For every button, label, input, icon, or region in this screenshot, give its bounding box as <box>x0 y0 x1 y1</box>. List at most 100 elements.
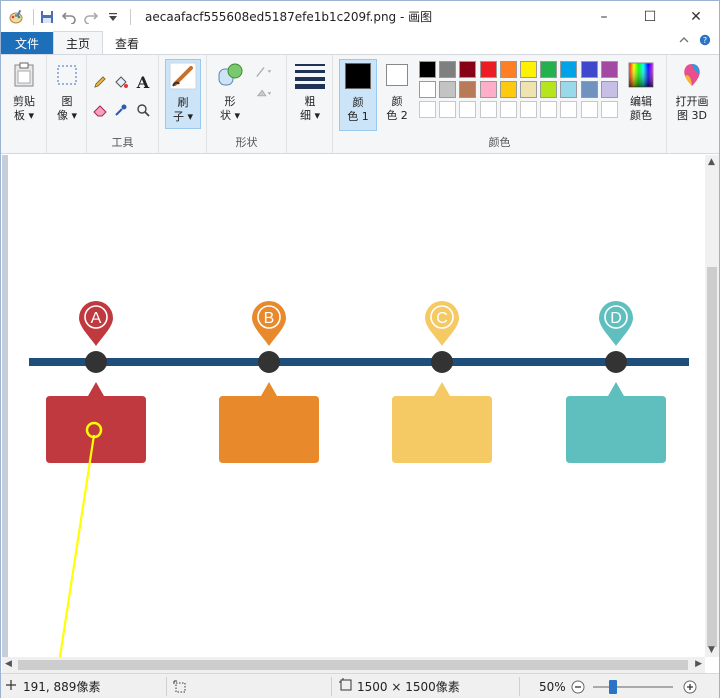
tools-group: A 工具 <box>87 55 159 153</box>
paint3d-label-2: 图 3D <box>677 109 707 122</box>
color-swatch[interactable] <box>600 101 618 118</box>
scroll-up-icon[interactable]: ▲ <box>708 157 715 167</box>
fill-bucket-icon[interactable] <box>112 73 130 91</box>
shapes-group: 形 状 ▾ 形状 <box>207 55 287 153</box>
outline-icon[interactable] <box>255 63 273 81</box>
color-swatch[interactable] <box>560 81 578 98</box>
color-swatch[interactable] <box>580 101 598 118</box>
zoom-slider-thumb[interactable] <box>609 679 617 694</box>
text-tool-icon[interactable]: A <box>134 73 152 92</box>
ribbon-controls: ? <box>679 34 711 49</box>
shapes-label-2: 状 ▾ <box>219 109 241 122</box>
color-swatch[interactable] <box>459 61 477 78</box>
edit-colors-button[interactable]: 编辑 颜色 <box>621 59 661 123</box>
pencil-icon[interactable] <box>91 73 109 91</box>
color-swatch[interactable] <box>520 81 537 98</box>
clipboard-label-1: 剪贴 <box>13 95 35 108</box>
color-swatch[interactable] <box>540 81 558 98</box>
color-swatch[interactable] <box>580 61 598 78</box>
customize-toolbar-icon[interactable] <box>104 8 122 26</box>
horizontal-scrollbar[interactable]: ◀ ▶ <box>2 657 705 673</box>
image-size-text: 1500 × 1500像素 <box>357 680 460 694</box>
redo-icon[interactable] <box>82 8 100 26</box>
color2-swatch <box>381 59 413 91</box>
vertical-scrollbar[interactable]: ▲ ▼ <box>705 155 719 657</box>
scroll-down-icon[interactable]: ▼ <box>708 645 715 655</box>
color-swatch[interactable] <box>439 61 457 78</box>
image-button[interactable]: 图 像 ▾ <box>49 59 85 123</box>
zoom-slider[interactable] <box>593 674 673 698</box>
size-button[interactable]: 粗 细 ▾ <box>292 59 328 123</box>
zoom-out-button[interactable] <box>571 674 585 698</box>
scroll-right-icon[interactable]: ▶ <box>695 659 702 669</box>
color2-label-2: 色 2 <box>386 109 408 122</box>
color-swatch[interactable] <box>560 61 578 78</box>
fill-icon[interactable] <box>255 85 273 103</box>
color2-label-1: 颜 <box>391 95 403 108</box>
help-icon[interactable]: ? <box>699 34 711 49</box>
brushes-label-2: 子 ▾ <box>172 110 194 123</box>
color-swatch[interactable] <box>540 101 558 118</box>
color-swatch[interactable] <box>540 61 558 78</box>
select-icon <box>51 59 83 91</box>
color-swatch[interactable] <box>419 61 436 78</box>
drawing-canvas[interactable]: A B C D <box>8 155 705 657</box>
color-swatch[interactable] <box>499 81 517 98</box>
marker-letter: D <box>610 310 622 327</box>
line-width-icon <box>294 59 326 91</box>
color-swatch[interactable] <box>580 81 598 98</box>
color-swatch[interactable] <box>560 101 578 118</box>
tab-view[interactable]: 查看 <box>103 32 151 54</box>
save-icon[interactable] <box>38 8 56 26</box>
ribbon-tabs: 文件 主页 查看 ? <box>1 31 719 54</box>
collapse-ribbon-icon[interactable] <box>679 34 689 49</box>
color-swatch[interactable] <box>600 81 618 98</box>
color-swatch[interactable] <box>479 101 497 118</box>
color-swatch[interactable] <box>459 81 477 98</box>
color-swatch[interactable] <box>419 101 436 118</box>
color-swatch[interactable] <box>479 61 497 78</box>
brushes-group: 刷 子 ▾ <box>159 55 207 153</box>
divider <box>331 677 332 696</box>
color1-button[interactable]: 颜 色 1 <box>339 59 377 131</box>
brushes-label-1: 刷 <box>177 96 189 109</box>
color-swatch[interactable] <box>439 101 457 118</box>
color-swatch[interactable] <box>459 101 477 118</box>
color2-button[interactable]: 颜 色 2 <box>381 59 413 123</box>
shapes-button[interactable]: 形 状 ▾ <box>212 59 248 123</box>
minimize-button[interactable]: – <box>581 1 627 32</box>
color-swatch[interactable] <box>520 101 537 118</box>
color-swatch[interactable] <box>419 81 436 98</box>
color-swatch[interactable] <box>479 81 497 98</box>
canvas-image: A B C D <box>29 301 689 463</box>
tab-home[interactable]: 主页 <box>53 31 104 54</box>
paint-app-icon[interactable] <box>7 8 25 26</box>
magnifier-icon[interactable] <box>134 101 152 119</box>
open-paint3d-button[interactable]: 打开画 图 3D <box>669 59 715 123</box>
color1-swatch <box>342 60 374 92</box>
timeline-dot <box>85 351 107 373</box>
clipboard-button[interactable]: 剪贴 板 ▾ <box>6 59 42 123</box>
tab-file[interactable]: 文件 <box>1 32 53 54</box>
color-swatch[interactable] <box>439 81 457 98</box>
color-swatch[interactable] <box>499 101 517 118</box>
colors-group: 颜 色 1 颜 色 2 编辑 颜色 颜色 <box>333 55 667 153</box>
color-picker-icon[interactable] <box>112 101 130 119</box>
paint3d-icon <box>676 59 708 91</box>
zoom-in-button[interactable] <box>683 674 697 698</box>
color-swatch[interactable] <box>520 61 537 78</box>
vertical-scroll-thumb[interactable] <box>707 267 717 647</box>
timeline-dot <box>258 351 280 373</box>
status-bar: 191, 889像素 1500 × 1500像素 50% <box>1 673 719 698</box>
maximize-button[interactable]: ☐ <box>627 1 673 32</box>
brushes-button[interactable]: 刷 子 ▾ <box>165 59 201 129</box>
color-swatch[interactable] <box>499 61 517 78</box>
ribbon: 剪贴 板 ▾ 图 像 ▾ A 工具 刷 子 ▾ 形 状 ▾ 形状 粗 细 ▾ 颜… <box>1 54 719 154</box>
close-button[interactable]: ✕ <box>673 1 719 32</box>
paint3d-group: 打开画 图 3D <box>667 55 719 153</box>
scroll-left-icon[interactable]: ◀ <box>5 659 12 669</box>
undo-icon[interactable] <box>60 8 78 26</box>
eraser-icon[interactable] <box>91 101 109 119</box>
color-swatch[interactable] <box>600 61 618 78</box>
horizontal-scroll-thumb[interactable] <box>18 660 688 670</box>
